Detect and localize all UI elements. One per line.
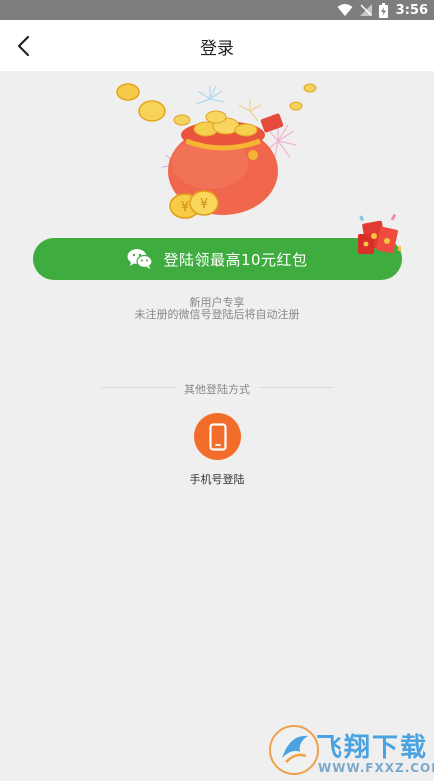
battery-charging-icon [378,2,388,18]
page-title: 登录 [200,39,234,59]
flying-red-envelope [260,113,284,133]
header: 登录 [0,20,434,71]
phone-icon [208,422,227,451]
wechat-icon [127,249,154,269]
wifi-icon [337,4,353,16]
red-envelope-decoration [358,213,401,254]
front-coins: ¥ ¥ [169,190,219,219]
svg-text:¥: ¥ [181,200,189,215]
svg-text:¥: ¥ [200,197,208,212]
phone-login-button[interactable] [194,413,241,460]
other-login-heading: 其他登陆方式 [184,383,250,396]
watermark-text: 飞翔下载 [316,733,429,763]
phone-login-label: 手机号登陆 [189,473,245,486]
wechat-login-label: 登陆领最高10元红包 [163,250,308,269]
wechat-login-button[interactable]: 登陆领最高10元红包 [33,238,402,280]
signal-off-icon [359,4,372,16]
fxxz-watermark: 飞翔下载 WWW.FXXZ.COM [266,719,434,781]
fxxz-logo-icon [269,725,319,775]
auto-register-note: 未注册的微信号登陆后将自动注册 [134,308,300,321]
watermark-url: WWW.FXXZ.COM [318,761,434,775]
money-bag-illustration: ¥ ¥ [116,83,317,219]
status-time: 3:56 [395,2,428,18]
status-bar: 3:56 [0,0,434,20]
